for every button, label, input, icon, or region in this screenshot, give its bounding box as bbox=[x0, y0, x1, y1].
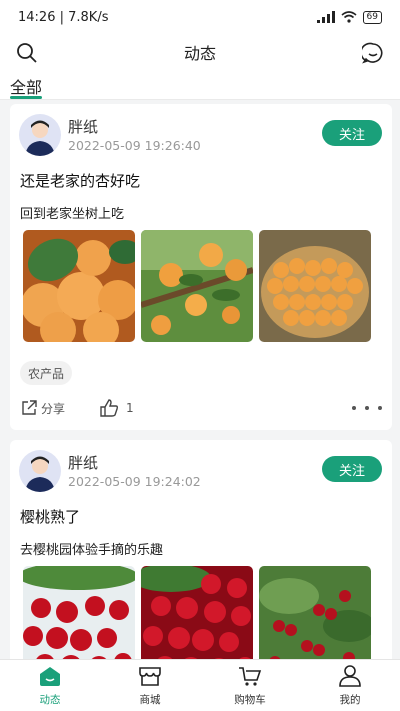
avatar[interactable] bbox=[19, 114, 61, 156]
like-button[interactable]: 1 bbox=[99, 399, 134, 417]
nav-label: 购物车 bbox=[234, 694, 266, 706]
post-actions: 分享 1 bbox=[20, 397, 382, 419]
search-icon[interactable] bbox=[14, 40, 40, 66]
nav-label: 动态 bbox=[39, 694, 61, 706]
post-photo[interactable] bbox=[141, 230, 253, 342]
share-button[interactable]: 分享 bbox=[20, 399, 65, 417]
signal-icon bbox=[316, 11, 335, 23]
tab-all[interactable]: 全部 bbox=[10, 74, 42, 98]
tab-active-indicator bbox=[10, 96, 42, 99]
status-bar: 14:26 | 7.8K/s 69 bbox=[0, 0, 400, 34]
post-card[interactable]: 胖纸 2022-05-09 19:24:02 关注 樱桃熟了 去樱桃园体验手摘的… bbox=[10, 440, 392, 678]
store-icon bbox=[139, 667, 161, 686]
post-tag[interactable]: 农产品 bbox=[20, 361, 73, 385]
post-author[interactable]: 胖纸 bbox=[68, 452, 98, 473]
thumbs-up-icon bbox=[100, 399, 119, 417]
message-icon[interactable] bbox=[360, 40, 386, 66]
post-author[interactable]: 胖纸 bbox=[68, 116, 98, 137]
nav-label: 商城 bbox=[139, 694, 161, 706]
status-time: 14:26 bbox=[18, 9, 56, 25]
status-divider: | bbox=[59, 9, 69, 25]
post-timestamp: 2022-05-09 19:26:40 bbox=[68, 138, 201, 153]
status-left: 14:26 | 7.8K/s bbox=[18, 10, 108, 25]
share-label: 分享 bbox=[41, 401, 66, 416]
more-icon[interactable] bbox=[352, 397, 382, 419]
follow-button[interactable]: 关注 bbox=[322, 120, 382, 146]
bottom-nav: 动态 商城 购物车 我的 bbox=[0, 659, 400, 711]
cart-icon bbox=[239, 667, 262, 686]
battery-icon: 69 bbox=[362, 10, 382, 24]
top-header: 动态 bbox=[0, 34, 400, 70]
nav-item-cart[interactable]: 购物车 bbox=[200, 660, 300, 711]
nav-label: 我的 bbox=[339, 694, 361, 706]
post-photo[interactable] bbox=[23, 230, 135, 342]
post-timestamp: 2022-05-09 19:24:02 bbox=[68, 474, 201, 489]
post-body: 去樱桃园体验手摘的乐趣 bbox=[20, 543, 164, 558]
post-photo[interactable] bbox=[259, 230, 371, 342]
post-card[interactable]: 胖纸 2022-05-09 19:26:40 关注 还是老家的杏好吃 回到老家坐… bbox=[10, 104, 392, 430]
like-count: 1 bbox=[126, 401, 134, 415]
share-icon bbox=[22, 400, 37, 415]
home-icon bbox=[40, 667, 60, 686]
status-icons: 69 bbox=[316, 10, 382, 24]
post-title: 樱桃熟了 bbox=[20, 508, 81, 526]
wifi-icon bbox=[341, 11, 357, 23]
tab-bar: 全部 bbox=[0, 70, 400, 100]
nav-item-store[interactable]: 商城 bbox=[100, 660, 200, 711]
status-net-speed: 7.8K/s bbox=[68, 9, 109, 25]
follow-button[interactable]: 关注 bbox=[322, 456, 382, 482]
page-title: 动态 bbox=[183, 44, 216, 63]
post-body: 回到老家坐树上吃 bbox=[20, 207, 125, 222]
nav-item-feed[interactable]: 动态 bbox=[0, 660, 100, 711]
post-title: 还是老家的杏好吃 bbox=[20, 172, 141, 190]
user-icon bbox=[339, 665, 361, 687]
nav-item-me[interactable]: 我的 bbox=[300, 660, 400, 711]
avatar[interactable] bbox=[19, 450, 61, 492]
